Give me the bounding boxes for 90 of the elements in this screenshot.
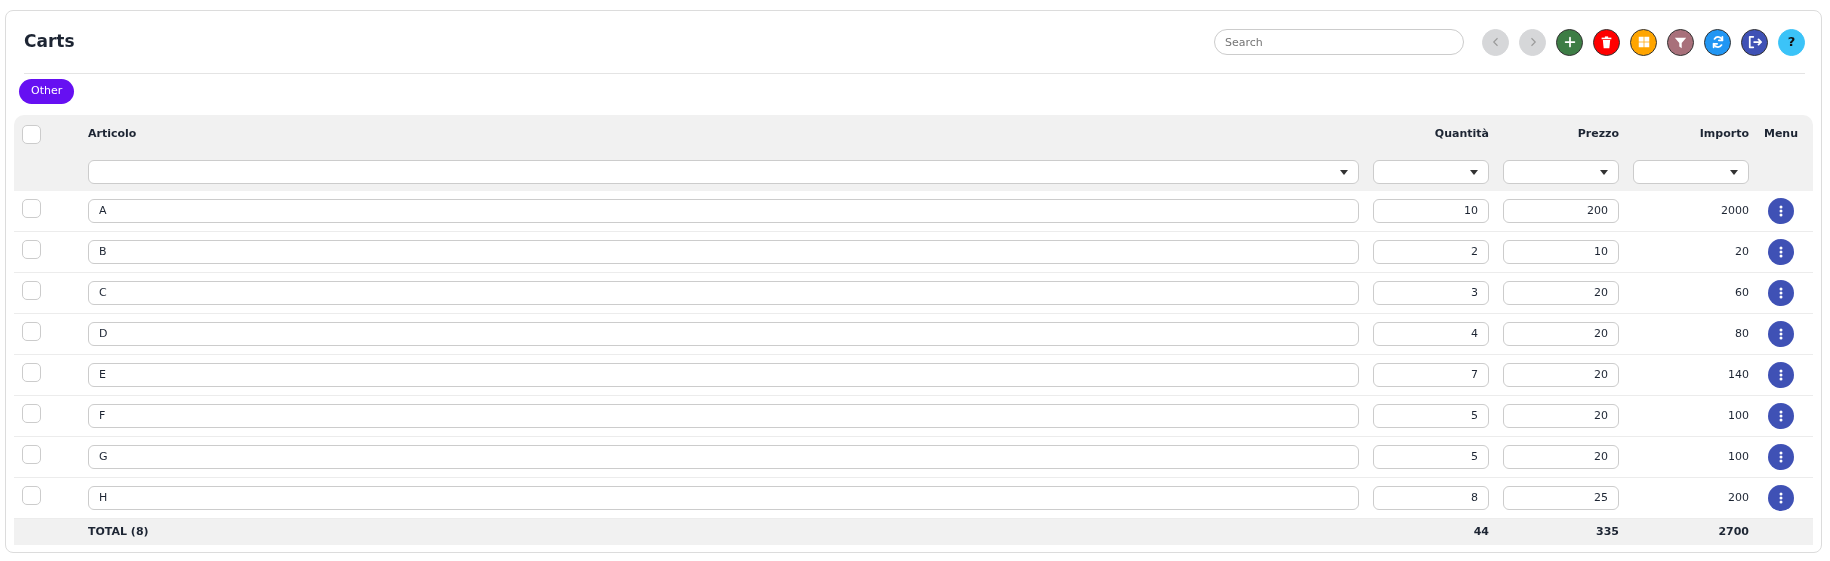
- column-header: Prezzo: [1577, 126, 1619, 140]
- input-field[interactable]: B: [88, 240, 1359, 264]
- delete-button[interactable]: [1593, 28, 1620, 56]
- checkbox[interactable]: [22, 239, 41, 259]
- filter-dropdown[interactable]: [88, 160, 1359, 184]
- checkbox[interactable]: [22, 362, 41, 382]
- table-cell: 100: [1728, 449, 1749, 463]
- more-icon: [1779, 328, 1783, 340]
- more-icon: [1779, 287, 1783, 299]
- input-field[interactable]: 5: [1373, 445, 1489, 469]
- column-header: Quantità: [1434, 126, 1489, 140]
- more-icon: [1779, 492, 1783, 504]
- input-field[interactable]: 8: [1373, 486, 1489, 510]
- caret-icon: [1470, 169, 1478, 175]
- filter-tab[interactable]: Other: [19, 79, 75, 104]
- menu-button[interactable]: [1768, 403, 1794, 429]
- input-field[interactable]: 3: [1373, 281, 1489, 305]
- input-field[interactable]: 4: [1373, 322, 1489, 346]
- input-field[interactable]: 7: [1373, 363, 1489, 387]
- page-title: Carts: [24, 30, 75, 54]
- more-icon: [1779, 410, 1783, 422]
- caret-icon: [1600, 169, 1608, 175]
- table-cell: 140: [1728, 367, 1749, 381]
- checkbox[interactable]: [22, 124, 41, 144]
- input-field[interactable]: 5: [1373, 404, 1489, 428]
- help-button[interactable]: ?: [1778, 28, 1805, 56]
- plus-icon: [1562, 35, 1577, 49]
- checkbox[interactable]: [22, 280, 41, 300]
- column-header: Importo: [1699, 126, 1749, 140]
- exit-button[interactable]: [1741, 28, 1768, 56]
- menu-button[interactable]: [1768, 362, 1794, 388]
- input-field[interactable]: D: [88, 322, 1359, 346]
- filter-dropdown[interactable]: [1503, 160, 1619, 184]
- input-field[interactable]: C: [88, 281, 1359, 305]
- funnel-icon: [1674, 35, 1687, 49]
- menu-button[interactable]: [1768, 444, 1794, 470]
- input-field[interactable]: E: [88, 363, 1359, 387]
- add-button[interactable]: [1556, 28, 1583, 56]
- table-cell: 100: [1728, 408, 1749, 422]
- more-icon: [1779, 369, 1783, 381]
- checkbox[interactable]: [22, 485, 41, 505]
- input-field[interactable]: 200: [1503, 199, 1619, 223]
- table-cell: 200: [1728, 490, 1749, 504]
- input-field[interactable]: F: [88, 404, 1359, 428]
- total-label: TOTAL (8): [88, 524, 149, 538]
- search-field[interactable]: Search: [1214, 29, 1464, 55]
- filter-button[interactable]: [1667, 28, 1694, 56]
- checkbox[interactable]: [22, 198, 41, 218]
- checkbox[interactable]: [22, 444, 41, 464]
- filter-dropdown[interactable]: [1633, 160, 1749, 184]
- table-cell: 2000: [1721, 203, 1749, 217]
- input-field[interactable]: 20: [1503, 281, 1619, 305]
- menu-button[interactable]: [1768, 280, 1794, 306]
- trash-icon: [1600, 35, 1613, 49]
- menu-button[interactable]: [1768, 239, 1794, 265]
- more-icon: [1779, 451, 1783, 463]
- total-cell: 335: [1596, 524, 1619, 538]
- input-field[interactable]: 20: [1503, 404, 1619, 428]
- total-cell: 2700: [1718, 524, 1749, 538]
- windows-icon: [1637, 36, 1650, 48]
- input-field[interactable]: 20: [1503, 445, 1619, 469]
- checkbox[interactable]: [22, 403, 41, 423]
- refresh-button[interactable]: [1704, 28, 1731, 56]
- input-field[interactable]: 20: [1503, 322, 1619, 346]
- column-header: Articolo: [88, 126, 137, 140]
- table-cell: 20: [1735, 244, 1749, 258]
- grid-button[interactable]: [1630, 28, 1657, 56]
- total-cell: 44: [1473, 524, 1489, 538]
- more-icon: [1779, 246, 1783, 258]
- more-icon: [1779, 205, 1783, 217]
- menu-button[interactable]: [1768, 198, 1794, 224]
- table-cell: 80: [1735, 326, 1749, 340]
- menu-button[interactable]: [1768, 485, 1794, 511]
- menu-button[interactable]: [1768, 321, 1794, 347]
- refresh-icon: [1710, 35, 1725, 49]
- caret-icon: [1730, 169, 1738, 175]
- input-field[interactable]: 10: [1503, 240, 1619, 264]
- caret-icon: [1340, 169, 1348, 175]
- input-field[interactable]: H: [88, 486, 1359, 510]
- exit-icon: [1747, 35, 1762, 49]
- input-field[interactable]: 20: [1503, 363, 1619, 387]
- table-cell: 60: [1735, 285, 1749, 299]
- column-header: Menu: [1763, 125, 1799, 142]
- filter-dropdown[interactable]: [1373, 160, 1489, 184]
- input-field[interactable]: G: [88, 445, 1359, 469]
- input-field[interactable]: A: [88, 199, 1359, 223]
- checkbox[interactable]: [22, 321, 41, 341]
- input-field[interactable]: 25: [1503, 486, 1619, 510]
- input-field[interactable]: 2: [1373, 240, 1489, 264]
- input-field[interactable]: 10: [1373, 199, 1489, 223]
